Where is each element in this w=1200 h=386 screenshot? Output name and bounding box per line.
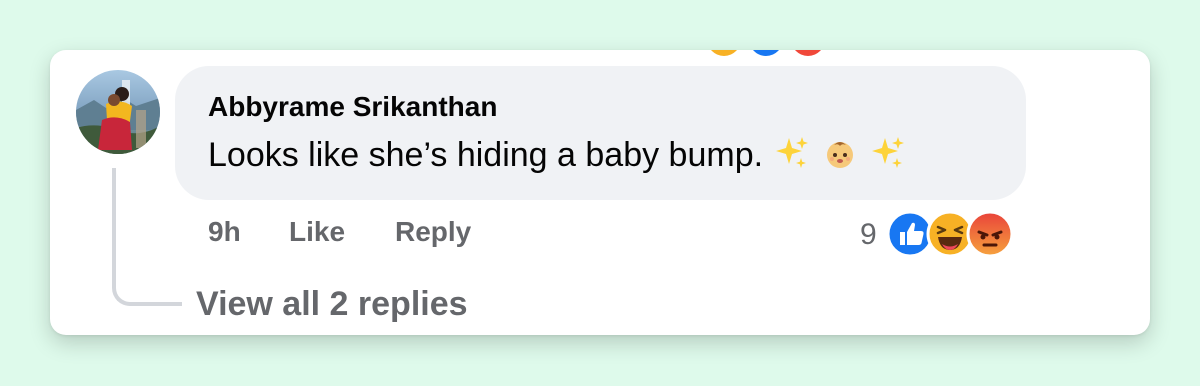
baby-icon	[826, 142, 853, 168]
comment-text: Looks like she’s hiding a baby bump.	[208, 136, 905, 175]
sparkles-icon	[775, 137, 808, 168]
angry-reaction-icon	[966, 210, 1014, 258]
reaction-summary[interactable]: 9	[860, 210, 1030, 258]
avatar-photo	[76, 70, 160, 154]
comment-timestamp[interactable]: 9h	[208, 216, 241, 248]
view-replies-link[interactable]: View all 2 replies	[196, 285, 468, 324]
haha-reaction-icon	[705, 50, 743, 58]
comment-body: Looks like she’s hiding a baby bump.	[208, 136, 764, 174]
reply-button[interactable]: Reply	[395, 216, 471, 248]
avatar[interactable]	[76, 70, 160, 154]
comment-author[interactable]: Abbyrame Srikanthan	[208, 91, 497, 123]
like-reaction-icon	[747, 50, 785, 58]
reply-thread-line	[112, 168, 182, 306]
like-button[interactable]: Like	[289, 216, 345, 248]
comment-bubble: Abbyrame Srikanthan Looks like she’s hid…	[175, 66, 1026, 200]
sparkles-icon	[872, 137, 905, 168]
reaction-count: 9	[860, 218, 877, 251]
comment-card: Abbyrame Srikanthan Looks like she’s hid…	[50, 50, 1150, 335]
angry-reaction-icon	[789, 50, 827, 58]
